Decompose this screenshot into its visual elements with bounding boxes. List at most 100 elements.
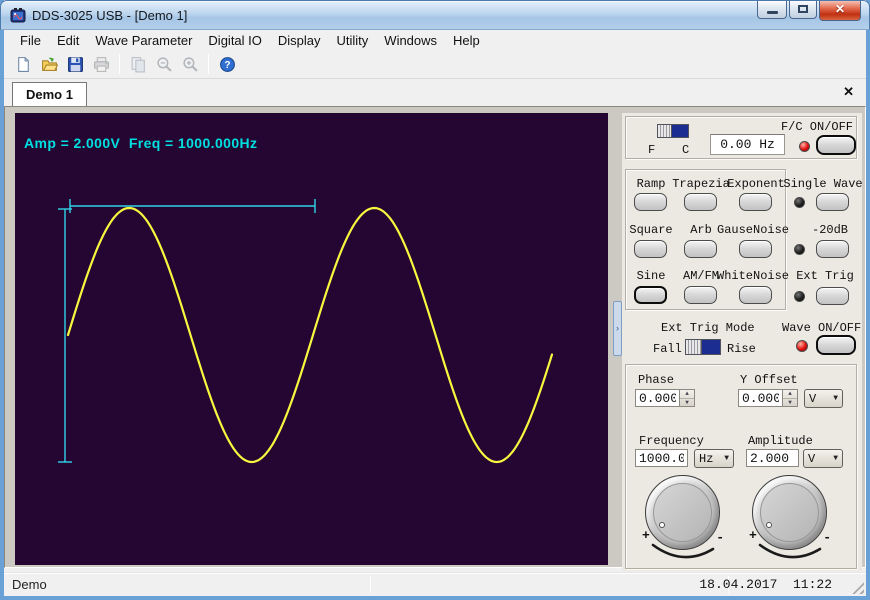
y-offset-label: Y Offset bbox=[740, 373, 798, 387]
window-title: DDS-3025 USB - [Demo 1] bbox=[32, 8, 187, 23]
menubar: File Edit Wave Parameter Digital IO Disp… bbox=[4, 30, 866, 50]
open-file-button[interactable] bbox=[37, 52, 61, 76]
menu-utility[interactable]: Utility bbox=[329, 31, 377, 50]
waveform-annotation: Amp = 2.000V Freq = 1000.000Hz bbox=[24, 135, 257, 151]
ext-trig-mode-slider[interactable] bbox=[685, 339, 721, 355]
fc-slider-thumb[interactable] bbox=[658, 125, 672, 137]
minimize-button[interactable] bbox=[757, 1, 787, 19]
y-offset-spinner[interactable]: ▲ ▼ bbox=[783, 389, 798, 407]
sine-button[interactable] bbox=[634, 286, 667, 304]
minimize-icon bbox=[767, 11, 778, 14]
amplitude-unit-value: V bbox=[808, 452, 815, 466]
toolbar-separator bbox=[208, 54, 209, 74]
amplitude-label: Amplitude bbox=[748, 434, 813, 448]
fc-onoff-button[interactable] bbox=[816, 135, 856, 155]
fc-slider[interactable] bbox=[657, 124, 689, 138]
help-button[interactable]: ? bbox=[215, 52, 239, 76]
minus20db-button[interactable] bbox=[816, 240, 849, 258]
spinner-down-icon[interactable]: ▼ bbox=[680, 399, 694, 407]
wave-label-arb: Arb bbox=[690, 223, 712, 237]
ext-trig-button[interactable] bbox=[816, 287, 849, 305]
ext-trig-led bbox=[794, 291, 805, 302]
copy-button[interactable] bbox=[126, 52, 150, 76]
knob-face bbox=[760, 483, 819, 542]
square-button[interactable] bbox=[634, 240, 667, 258]
y-offset-unit-value: V bbox=[809, 392, 816, 406]
trapezia-button[interactable] bbox=[684, 193, 717, 211]
app-icon bbox=[10, 8, 26, 24]
frequency-knob[interactable]: + - bbox=[645, 475, 720, 575]
spinner-up-icon[interactable]: ▲ bbox=[783, 390, 797, 399]
menu-help[interactable]: Help bbox=[445, 31, 488, 50]
print-button[interactable] bbox=[89, 52, 113, 76]
spinner-down-icon[interactable]: ▼ bbox=[783, 399, 797, 407]
sine-wave bbox=[68, 208, 552, 462]
status-separator bbox=[370, 576, 371, 593]
wave-label-exponent: Exponent bbox=[727, 177, 785, 191]
knob-arc bbox=[647, 537, 718, 567]
resize-grip[interactable] bbox=[851, 581, 864, 594]
wave-label-amfm: AM/FM bbox=[683, 269, 719, 283]
minus20db-led bbox=[794, 244, 805, 255]
maximize-icon bbox=[798, 5, 808, 13]
tab-demo1[interactable]: Demo 1 bbox=[12, 82, 87, 106]
maximize-button[interactable] bbox=[789, 1, 817, 19]
single-wave-label: Single Wave bbox=[783, 177, 862, 191]
control-panel: F C 0.00 Hz F/C ON/OFF Ramp Trapezia Exp… bbox=[622, 113, 862, 571]
gausenoise-button[interactable] bbox=[739, 240, 772, 258]
rise-label: Rise bbox=[727, 342, 756, 356]
menu-windows[interactable]: Windows bbox=[376, 31, 445, 50]
amfm-button[interactable] bbox=[684, 286, 717, 304]
client-area: Amp = 2.000V Freq = 1000.000Hz › bbox=[4, 106, 866, 568]
save-button[interactable] bbox=[63, 52, 87, 76]
status-datetime: 18.04.2017 11:22 bbox=[699, 577, 832, 592]
frequency-input[interactable] bbox=[635, 449, 688, 467]
waveform-display: Amp = 2.000V Freq = 1000.000Hz bbox=[15, 113, 608, 565]
ramp-button[interactable] bbox=[634, 193, 667, 211]
whitenoise-button[interactable] bbox=[739, 286, 772, 304]
arb-button[interactable] bbox=[684, 240, 717, 258]
phase-label: Phase bbox=[638, 373, 674, 387]
zoom-in-button[interactable] bbox=[178, 52, 202, 76]
menu-file[interactable]: File bbox=[12, 31, 49, 50]
spinner-up-icon[interactable]: ▲ bbox=[680, 390, 694, 399]
frequency-unit-select[interactable]: Hz ▼ bbox=[694, 449, 734, 468]
menu-edit[interactable]: Edit bbox=[49, 31, 87, 50]
menu-display[interactable]: Display bbox=[270, 31, 329, 50]
single-wave-led bbox=[794, 197, 805, 208]
period-measure-line bbox=[70, 199, 315, 213]
statusbar: Demo 18.04.2017 11:22 bbox=[4, 572, 866, 596]
menu-digital-io[interactable]: Digital IO bbox=[200, 31, 269, 50]
ext-trig-slider-thumb[interactable] bbox=[686, 340, 702, 354]
wave-label-gausenoise: GauseNoise bbox=[717, 223, 789, 237]
panel-collapse-handle[interactable]: › bbox=[613, 301, 622, 356]
knob-indicator-dot bbox=[659, 522, 665, 528]
y-offset-input[interactable] bbox=[738, 389, 783, 407]
y-offset-unit-select[interactable]: V ▼ bbox=[804, 389, 843, 408]
fc-readout: 0.00 Hz bbox=[710, 134, 785, 155]
wave-label-trapezia: Trapezia bbox=[672, 177, 730, 191]
fall-label: Fall bbox=[653, 342, 682, 356]
wave-onoff-button[interactable] bbox=[816, 335, 856, 355]
amplitude-unit-select[interactable]: V ▼ bbox=[803, 449, 843, 468]
tab-close-icon[interactable]: ✕ bbox=[843, 84, 854, 100]
minus20db-label: -20dB bbox=[812, 223, 848, 237]
menu-wave-parameter[interactable]: Wave Parameter bbox=[87, 31, 200, 50]
new-file-button[interactable] bbox=[11, 52, 35, 76]
zoom-out-button[interactable] bbox=[152, 52, 176, 76]
single-wave-button[interactable] bbox=[816, 193, 849, 211]
phase-input[interactable] bbox=[635, 389, 680, 407]
exponent-button[interactable] bbox=[739, 193, 772, 211]
chevron-down-icon: ▼ bbox=[833, 394, 838, 403]
zoom-out-icon bbox=[156, 56, 173, 73]
close-button[interactable]: ✕ bbox=[819, 1, 861, 21]
titlebar[interactable]: DDS-3025 USB - [Demo 1] ✕ bbox=[0, 0, 870, 30]
fc-group: F C 0.00 Hz F/C ON/OFF bbox=[625, 116, 857, 159]
amplitude-knob[interactable]: + - bbox=[752, 475, 827, 575]
amplitude-input[interactable] bbox=[746, 449, 799, 467]
open-folder-icon bbox=[41, 56, 58, 73]
knob-arc bbox=[754, 537, 825, 567]
wave-label-square: Square bbox=[629, 223, 672, 237]
new-file-icon bbox=[15, 56, 32, 73]
phase-spinner[interactable]: ▲ ▼ bbox=[680, 389, 695, 407]
